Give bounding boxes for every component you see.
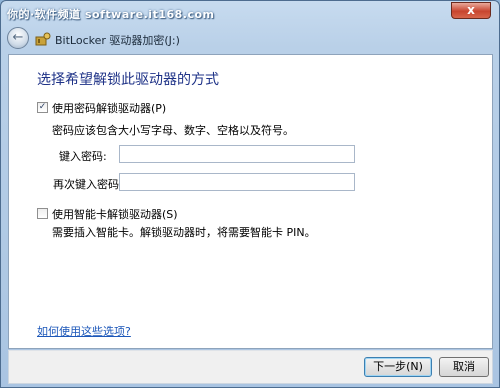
cancel-button[interactable]: 取消 [439, 357, 489, 377]
next-button[interactable]: 下一步(N) [364, 357, 432, 377]
password-option-label[interactable]: 使用密码解锁驱动器(P) [52, 100, 166, 116]
smartcard-checkbox[interactable] [37, 208, 48, 219]
password-checkbox[interactable]: ✓ [37, 102, 48, 113]
title-bar: 你的·软件频道 software.it168.com x [1, 1, 499, 25]
window-title: BitLocker 驱动器加密(J:) [55, 34, 180, 47]
navigation-bar: ← BitLocker 驱动器加密(J:) [1, 25, 499, 53]
bitlocker-window: 你的·软件频道 software.it168.com x ← BitLocker… [0, 0, 500, 388]
page-heading: 选择希望解锁此驱动器的方式 [37, 72, 219, 88]
close-button[interactable]: x [451, 2, 491, 19]
back-arrow-icon: ← [12, 30, 24, 45]
password-field-label: 键入密码: [59, 150, 107, 163]
confirm-password-label: 再次键入密码: [53, 178, 123, 191]
confirm-password-input[interactable] [119, 173, 355, 191]
password-input[interactable] [119, 145, 355, 163]
watermark: 你的·软件频道 software.it168.com [7, 8, 215, 21]
smartcard-description: 需要插入智能卡。解锁驱动器时，将需要智能卡 PIN。 [52, 226, 316, 239]
back-button[interactable]: ← [7, 27, 29, 49]
smartcard-option-label[interactable]: 使用智能卡解锁驱动器(S) [52, 206, 178, 222]
content-panel: 选择希望解锁此驱动器的方式 ✓ 使用密码解锁驱动器(P) 密码应该包含大小写字母… [8, 54, 493, 349]
help-link[interactable]: 如何使用这些选项? [37, 323, 131, 339]
password-requirements-text: 密码应该包含大小写字母、数字、空格以及符号。 [52, 124, 294, 137]
bitlocker-key-icon [35, 32, 51, 46]
button-bar: 下一步(N) 取消 [8, 350, 493, 384]
